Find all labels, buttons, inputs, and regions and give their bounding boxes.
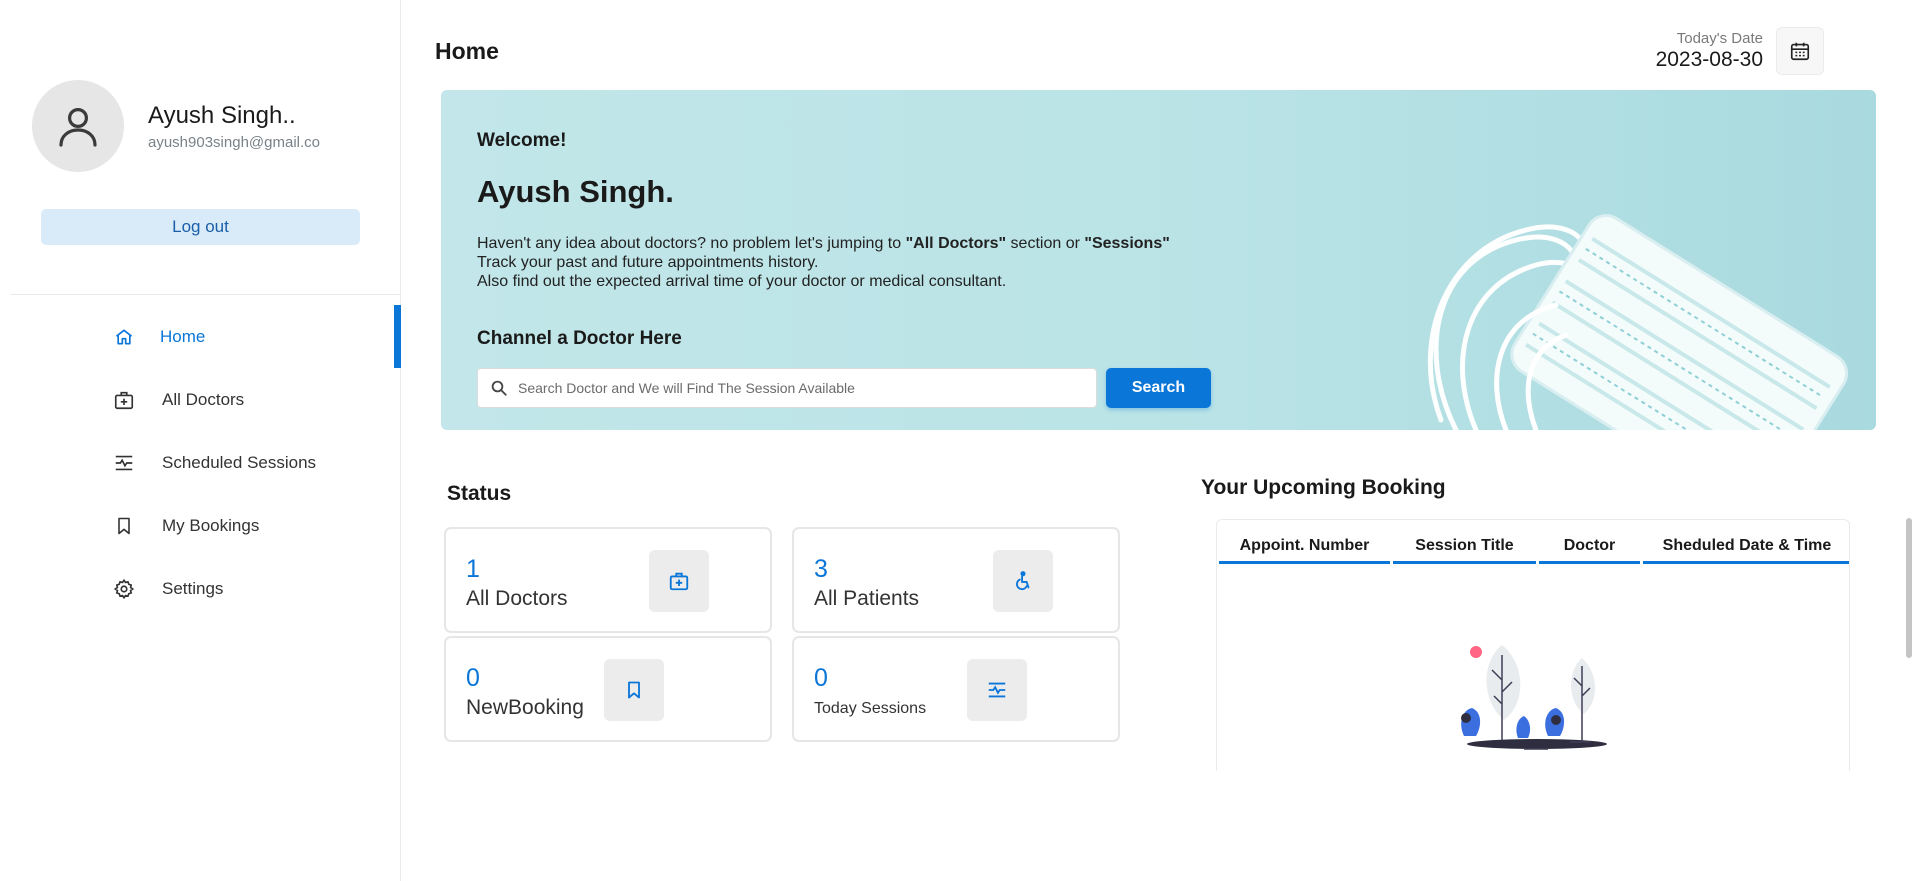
session-icon (967, 659, 1027, 721)
banner-line-2: Track your past and future appointments … (477, 254, 819, 271)
doctor-search-field (477, 368, 1097, 408)
column-header: Sheduled Date & Time (1643, 530, 1849, 564)
status-card-all-doctors[interactable]: 1 All Doctors (444, 527, 772, 633)
status-label: All Doctors (466, 587, 568, 610)
user-icon (59, 108, 97, 147)
welcome-heading: Welcome! (477, 130, 567, 151)
status-label: All Patients (814, 587, 920, 610)
status-card-new-booking[interactable]: 0 NewBooking (444, 636, 772, 742)
user-name: Ayush Singh.. (148, 101, 296, 129)
sidebar-item-label: My Bookings (162, 515, 260, 535)
page-scrollbar[interactable] (1906, 518, 1912, 658)
banner-line-3: Also find out the expected arrival time … (477, 273, 1007, 290)
wheelchair-icon (993, 550, 1053, 612)
banner-link-sessions: "Sessions" (1084, 235, 1170, 252)
status-label: Today Sessions (814, 700, 927, 717)
calendar-icon (1790, 42, 1810, 61)
user-profile: Ayush Singh.. ayush903singh@gmail.co (32, 80, 320, 172)
status-value: 3 (814, 555, 828, 583)
sidebar-item-all-doctors[interactable]: All Doctors (0, 368, 401, 431)
empty-state-illustration (1461, 645, 1607, 750)
upcoming-booking-heading: Your Upcoming Booking (1201, 476, 1446, 499)
doctor-bag-icon (112, 388, 136, 412)
column-header: Appoint. Number (1219, 530, 1390, 564)
sidebar: Ayush Singh.. ayush903singh@gmail.co Log… (0, 0, 401, 881)
date-label: Today's Date (1676, 30, 1763, 47)
page-title: Home (435, 38, 499, 64)
banner-line-1: Haven't any idea about doctors? no probl… (477, 234, 1170, 253)
calendar-button[interactable] (1776, 27, 1824, 75)
column-header: Session Title (1393, 530, 1536, 564)
status-value: 1 (466, 555, 480, 583)
today-date: Today's Date 2023-08-30 (1656, 30, 1763, 72)
bookmark-icon (112, 514, 136, 538)
channel-doctor-heading: Channel a Doctor Here (477, 328, 682, 349)
search-button[interactable]: Search (1106, 368, 1211, 408)
banner-link-all-doctors: "All Doctors" (905, 235, 1007, 252)
banner-text: Haven't any idea about doctors? no probl… (477, 235, 906, 252)
sidebar-item-label: Scheduled Sessions (162, 452, 317, 472)
column-header: Doctor (1539, 530, 1640, 564)
date-value: 2023-08-30 (1655, 48, 1763, 71)
search-input[interactable] (518, 380, 1096, 396)
sidebar-item-settings[interactable]: Settings (0, 557, 401, 620)
banner-user-name: Ayush Singh. (477, 174, 674, 209)
sidebar-item-my-bookings[interactable]: My Bookings (0, 494, 401, 557)
upcoming-booking-table: Appoint. Number Session Title Doctor She… (1216, 519, 1850, 771)
search-icon (491, 380, 507, 396)
status-value: 0 (466, 664, 480, 692)
status-heading: Status (447, 482, 512, 505)
status-card-all-patients[interactable]: 3 All Patients (792, 527, 1120, 633)
banner-text: section or (1006, 235, 1085, 252)
user-email: ayush903singh@gmail.co (148, 133, 320, 151)
status-card-today-sessions[interactable]: 0 Today Sessions (792, 636, 1120, 742)
logout-button[interactable]: Log out (41, 209, 360, 245)
sidebar-item-label: Settings (162, 578, 224, 598)
sidebar-divider (10, 294, 401, 295)
status-label: NewBooking (466, 696, 584, 719)
bookmark-icon (604, 659, 664, 721)
gear-icon (112, 577, 136, 601)
doctor-bag-icon (649, 550, 709, 612)
sidebar-item-label: All Doctors (162, 389, 245, 409)
sidebar-item-home[interactable]: Home (0, 305, 401, 368)
sidebar-item-label: Home (160, 326, 206, 346)
sidebar-nav: Home All Doctors Scheduled Sessions My B… (0, 305, 401, 620)
welcome-banner: Welcome! Ayush Singh. Haven't any idea a… (441, 90, 1876, 430)
avatar (32, 80, 124, 172)
banner-description: Haven't any idea about doctors? no probl… (477, 234, 1170, 291)
home-icon (112, 325, 136, 349)
status-value: 0 (814, 664, 828, 692)
sidebar-item-scheduled-sessions[interactable]: Scheduled Sessions (0, 431, 401, 494)
medical-mask-image (1427, 214, 1849, 430)
session-icon (112, 451, 136, 475)
table-header: Appoint. Number Session Title Doctor She… (1219, 530, 1849, 564)
